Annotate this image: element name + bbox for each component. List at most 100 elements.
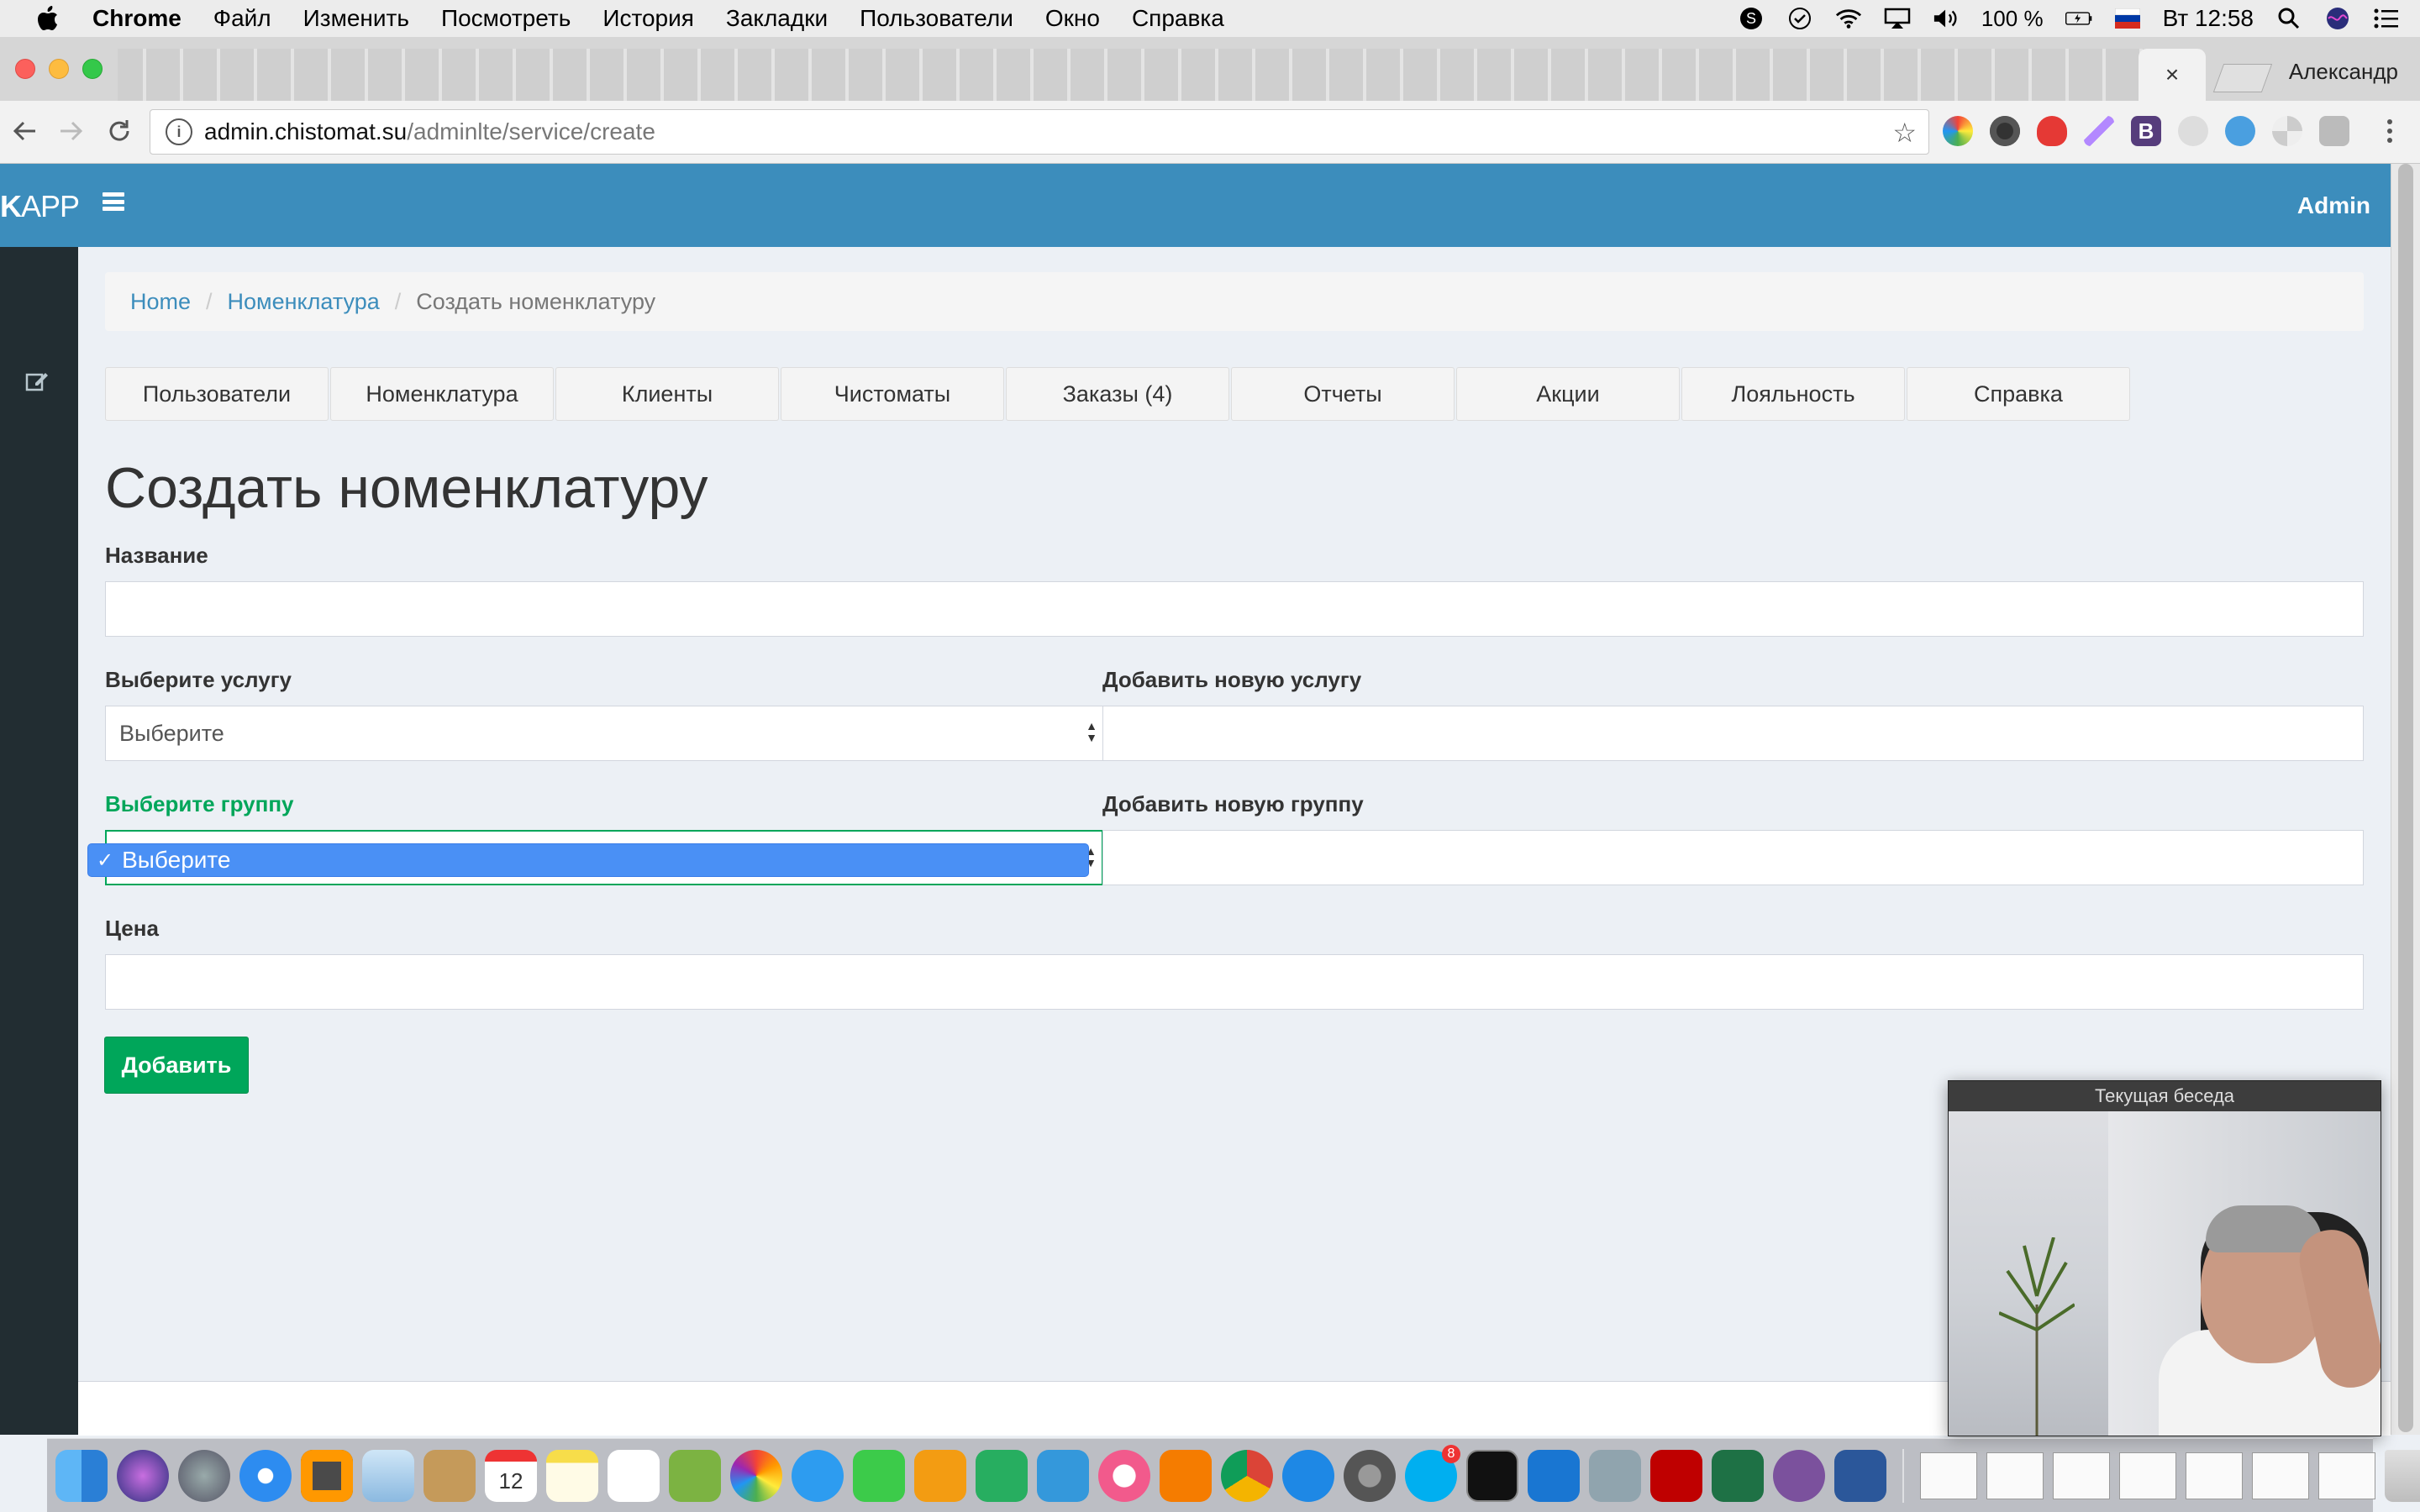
user-menu[interactable]: Admin	[2297, 192, 2370, 219]
keynote-icon[interactable]	[1037, 1449, 1089, 1502]
siri-icon[interactable]	[2324, 7, 2351, 30]
tab-promotions[interactable]: Акции	[1456, 367, 1680, 421]
xcode-icon[interactable]	[1528, 1449, 1580, 1502]
volume-icon[interactable]	[1933, 7, 1960, 30]
pinwheel-icon[interactable]	[2272, 116, 2302, 146]
battery-icon[interactable]	[2065, 7, 2092, 30]
tab-help[interactable]: Справка	[1907, 367, 2130, 421]
group-dropdown-option[interactable]: ✓ Выберите	[88, 844, 1088, 876]
moon-icon[interactable]	[2178, 116, 2208, 146]
active-tab[interactable]: ×	[2139, 49, 2206, 101]
app-logo[interactable]: KAPP	[0, 189, 80, 224]
scrollbar-thumb[interactable]	[2398, 164, 2413, 1432]
tab-reports[interactable]: Отчеты	[1231, 367, 1455, 421]
back-arrow-icon[interactable]	[8, 114, 42, 148]
bootstrap-icon[interactable]: B	[2131, 116, 2161, 146]
menu-window[interactable]: Окно	[1045, 5, 1100, 32]
mail-icon[interactable]	[362, 1449, 414, 1502]
cast-icon[interactable]	[2319, 116, 2349, 146]
spotlight-search-icon[interactable]	[2275, 7, 2302, 30]
viber-icon[interactable]	[1773, 1449, 1825, 1502]
notification-center-icon[interactable]	[2373, 7, 2400, 30]
forward-arrow-icon[interactable]	[54, 114, 87, 148]
tab-orders[interactable]: Заказы (4)	[1006, 367, 1229, 421]
menu-history[interactable]: История	[602, 5, 694, 32]
ibooks-icon[interactable]	[1160, 1449, 1212, 1502]
menu-app-chrome[interactable]: Chrome	[92, 5, 182, 32]
siri-icon[interactable]	[117, 1449, 169, 1502]
breadcrumb-home-link[interactable]: Home	[130, 289, 191, 315]
reminders-icon[interactable]	[608, 1449, 660, 1502]
word-icon[interactable]	[1834, 1449, 1886, 1502]
window-close-button[interactable]	[15, 59, 35, 79]
address-bar[interactable]: i admin.chistomat.su /adminlte/service/c…	[150, 109, 1929, 155]
document-icon[interactable]	[2252, 1452, 2309, 1499]
filezilla-icon[interactable]	[1650, 1449, 1702, 1502]
color-wheel-icon[interactable]	[1943, 116, 1973, 146]
pages-icon[interactable]	[914, 1449, 966, 1502]
terminal-icon[interactable]	[1466, 1449, 1518, 1502]
shield-icon[interactable]	[2037, 116, 2067, 146]
site-info-icon[interactable]: i	[166, 118, 192, 145]
image-capture-icon[interactable]	[1589, 1449, 1641, 1502]
document-icon[interactable]	[2119, 1452, 2176, 1499]
numbers-icon[interactable]	[976, 1449, 1028, 1502]
menu-edit[interactable]: Изменить	[303, 5, 409, 32]
pinned-tabs-strip[interactable]	[118, 49, 2160, 101]
flag-ru-icon[interactable]	[2114, 7, 2141, 30]
launchpad-icon[interactable]	[178, 1449, 230, 1502]
sublime-icon[interactable]	[301, 1449, 353, 1502]
menu-file[interactable]: Файл	[213, 5, 271, 32]
video-call-window[interactable]: Текущая беседа	[1948, 1080, 2381, 1436]
price-field[interactable]	[105, 954, 2364, 1010]
facetime-icon[interactable]	[853, 1449, 905, 1502]
new-service-field[interactable]	[1102, 706, 2364, 761]
trash-icon[interactable]	[2385, 1449, 2420, 1502]
system-preferences-icon[interactable]	[1344, 1449, 1396, 1502]
wifi-icon[interactable]	[1835, 7, 1862, 30]
task-check-icon[interactable]	[1786, 7, 1813, 30]
sidebar-toggle-icon[interactable]	[103, 192, 124, 211]
bookmark-star-icon[interactable]: ☆	[1892, 117, 1917, 149]
tab-nomenclature[interactable]: Номенклатура	[330, 367, 554, 421]
tab-loyalty[interactable]: Лояльность	[1681, 367, 1905, 421]
itunes-icon[interactable]	[1098, 1449, 1150, 1502]
chrome-icon[interactable]	[1221, 1449, 1273, 1502]
excel-icon[interactable]	[1712, 1449, 1764, 1502]
airplay-icon[interactable]	[1884, 7, 1911, 30]
service-select[interactable]: Выберите ▲ ▼	[105, 706, 1103, 761]
breadcrumb-section-link[interactable]: Номенклатура	[228, 289, 380, 315]
tab-users[interactable]: Пользователи	[105, 367, 329, 421]
new-tab-button[interactable]	[2212, 64, 2273, 92]
close-tab-icon[interactable]: ×	[2165, 61, 2179, 88]
document-icon[interactable]	[2186, 1452, 2243, 1499]
window-minimize-button[interactable]	[49, 59, 69, 79]
safari-icon[interactable]	[239, 1449, 292, 1502]
menu-people[interactable]: Пользователи	[860, 5, 1013, 32]
document-icon[interactable]	[1986, 1452, 2044, 1499]
chrome-menu-icon[interactable]	[2373, 114, 2407, 148]
menu-bookmarks[interactable]: Закладки	[726, 5, 828, 32]
name-field[interactable]	[105, 581, 2364, 637]
finder-icon[interactable]	[55, 1449, 108, 1502]
document-icon[interactable]	[2318, 1452, 2375, 1499]
new-group-field[interactable]	[1102, 830, 2364, 885]
pen-icon[interactable]	[2084, 116, 2114, 146]
camera-icon[interactable]	[1990, 116, 2020, 146]
page-scrollbar[interactable]	[2391, 164, 2420, 1435]
tab-clients[interactable]: Клиенты	[555, 367, 779, 421]
apple-icon[interactable]	[37, 6, 59, 31]
tab-chistomats[interactable]: Чистоматы	[781, 367, 1004, 421]
profile-name[interactable]: Александр	[2289, 59, 2398, 85]
add-button[interactable]: Добавить	[104, 1037, 249, 1094]
skype-status-icon[interactable]: S	[1738, 7, 1765, 30]
photos-icon[interactable]	[730, 1449, 782, 1502]
appstore-icon[interactable]	[1282, 1449, 1334, 1502]
window-zoom-button[interactable]	[82, 59, 103, 79]
calendar-icon[interactable]: 12	[485, 1449, 537, 1502]
skype-icon[interactable]: 8	[1405, 1444, 1460, 1502]
preview-icon[interactable]	[669, 1449, 721, 1502]
menu-view[interactable]: Посмотреть	[441, 5, 571, 32]
check-circle-icon[interactable]	[2225, 116, 2255, 146]
menu-help[interactable]: Справка	[1132, 5, 1224, 32]
